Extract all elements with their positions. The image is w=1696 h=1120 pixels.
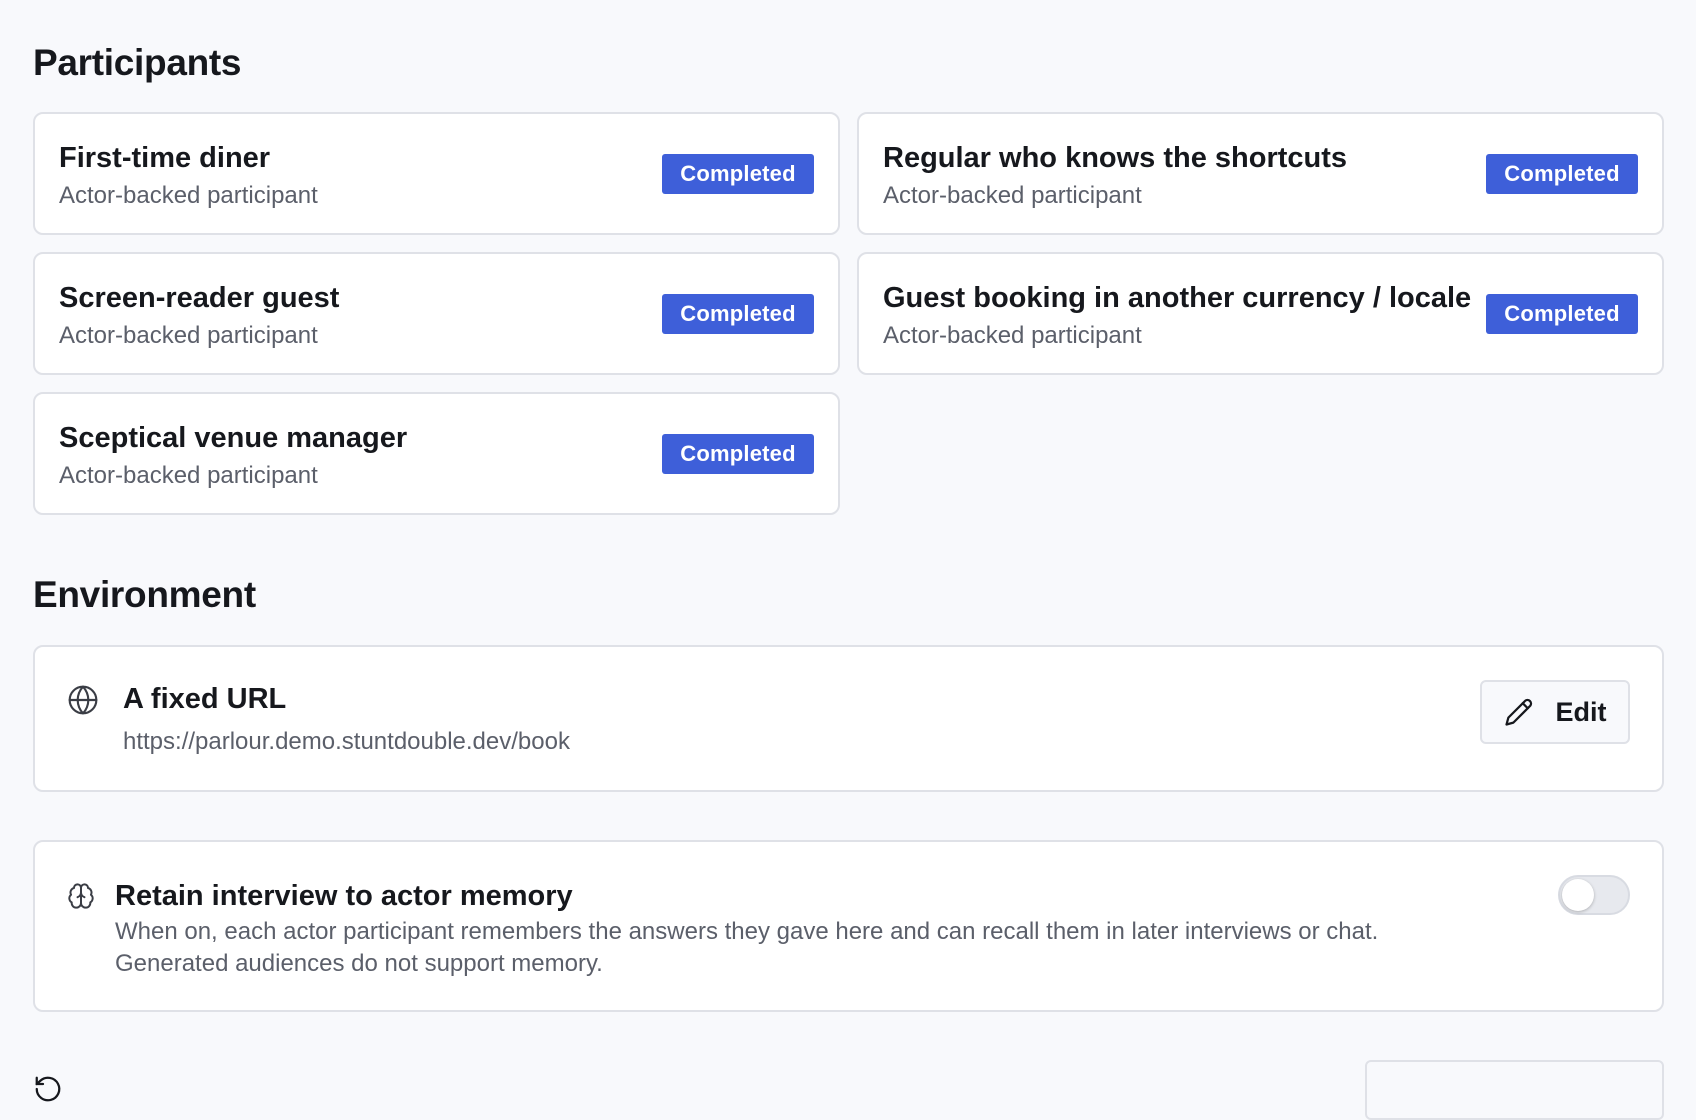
memory-title: Retain interview to actor memory bbox=[115, 880, 573, 912]
status-badge: Completed bbox=[1486, 154, 1638, 194]
memory-description: When on, each actor participant remember… bbox=[115, 918, 1379, 977]
pencil-icon bbox=[1504, 698, 1532, 726]
memory-toggle[interactable] bbox=[1558, 875, 1630, 915]
participant-card[interactable]: Sceptical venue manager Actor-backed par… bbox=[33, 392, 840, 515]
participants-heading: Participants bbox=[33, 42, 242, 83]
participant-card[interactable]: First-time diner Actor-backed participan… bbox=[33, 112, 840, 235]
participant-name: Guest booking in another currency / loca… bbox=[883, 282, 1472, 314]
status-badge: Completed bbox=[1486, 294, 1638, 334]
toggle-knob bbox=[1562, 879, 1594, 911]
memory-card: Retain interview to actor memory When on… bbox=[33, 840, 1664, 1012]
participant-card[interactable]: Regular who knows the shortcuts Actor-ba… bbox=[857, 112, 1664, 235]
participant-name: Screen-reader guest bbox=[59, 282, 340, 314]
status-badge: Completed bbox=[662, 434, 814, 474]
participant-name: Regular who knows the shortcuts bbox=[883, 142, 1348, 174]
status-badge: Completed bbox=[662, 294, 814, 334]
globe-icon bbox=[68, 685, 98, 715]
history-icon bbox=[35, 1076, 61, 1102]
participant-type: Actor-backed participant bbox=[59, 322, 318, 349]
participant-card[interactable]: Screen-reader guest Actor-backed partici… bbox=[33, 252, 840, 375]
edit-button[interactable]: Edit bbox=[1480, 680, 1630, 744]
participant-card[interactable]: Guest booking in another currency / loca… bbox=[857, 252, 1664, 375]
participant-type: Actor-backed participant bbox=[883, 322, 1142, 349]
participant-type: Actor-backed participant bbox=[59, 462, 318, 489]
participant-name: First-time diner bbox=[59, 142, 271, 174]
environment-type: A fixed URL bbox=[123, 683, 287, 715]
next-section-button[interactable] bbox=[1365, 1060, 1664, 1120]
edit-button-label: Edit bbox=[1555, 696, 1607, 727]
brain-icon bbox=[68, 883, 94, 909]
environment-heading: Environment bbox=[33, 574, 256, 615]
participant-type: Actor-backed participant bbox=[59, 182, 318, 209]
environment-card: A fixed URL https://parlour.demo.stuntdo… bbox=[33, 645, 1664, 792]
environment-url: https://parlour.demo.stuntdouble.dev/boo… bbox=[123, 728, 570, 755]
participant-type: Actor-backed participant bbox=[883, 182, 1142, 209]
status-badge: Completed bbox=[662, 154, 814, 194]
participant-name: Sceptical venue manager bbox=[59, 422, 408, 454]
